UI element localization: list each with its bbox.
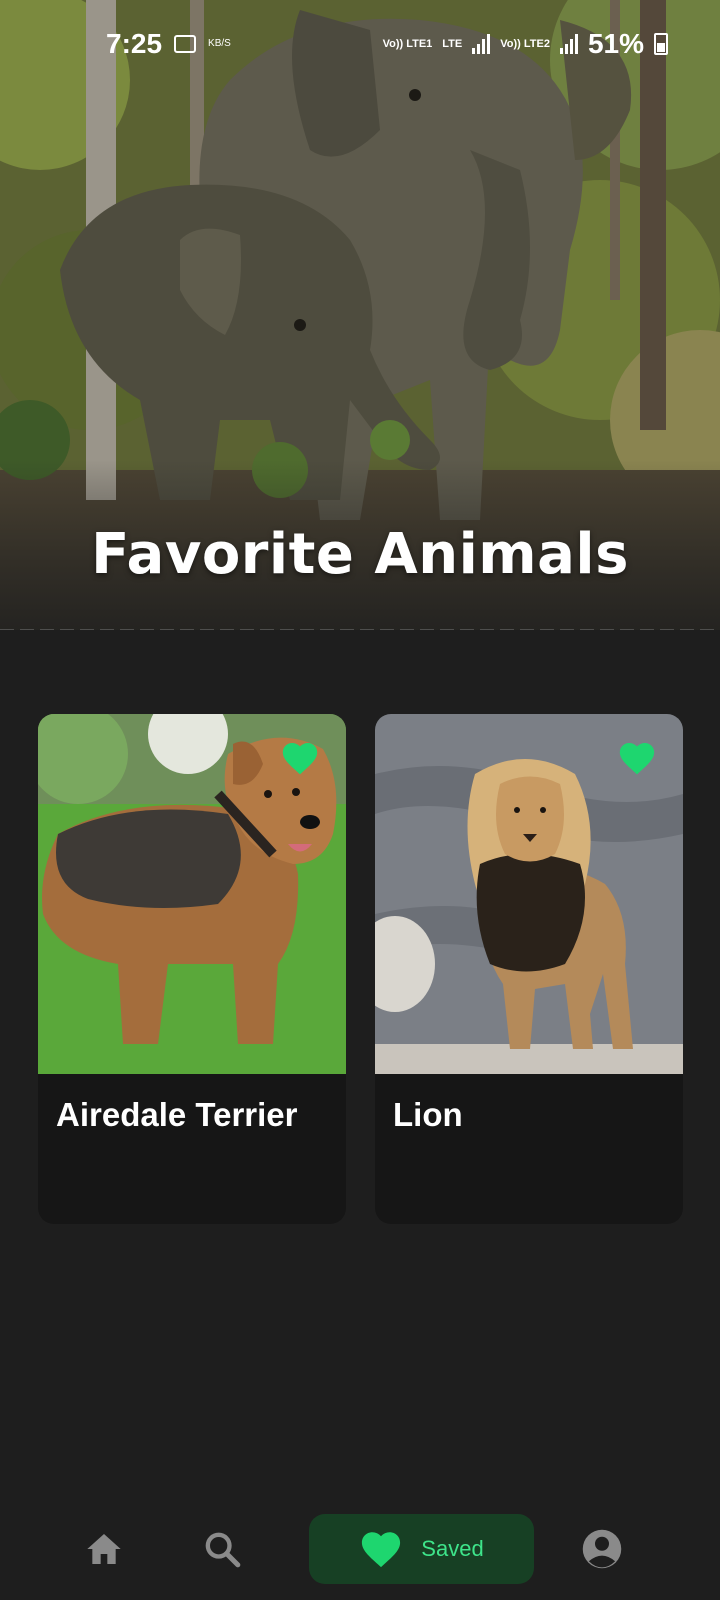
home-icon [87,1534,121,1564]
signal-icon [559,34,578,54]
nav-home-button[interactable] [78,1514,130,1584]
sim2-indicator: Vo)) LTE2 [500,37,550,50]
bottom-navigation: Saved [0,1500,720,1600]
favorite-heart-icon[interactable] [617,740,657,776]
sim1-indicator: Vo)) LTE1 [382,37,433,50]
nav-saved-button[interactable]: Saved [309,1514,534,1584]
screen: Favorite Animals 7:25 KB/S Vo)) LTE1 LTE… [0,0,720,1600]
network-speed: KB/S [208,38,231,49]
search-icon [205,1532,241,1568]
gallery-notification-icon [174,35,197,53]
nav-saved-label: Saved [421,1536,484,1561]
header-divider [0,629,720,630]
favorite-heart-icon[interactable] [280,740,320,776]
battery-percent: 51% [587,28,644,59]
card-title: Lion [393,1096,463,1133]
card-photo [375,714,683,1074]
nav-profile-button[interactable] [576,1514,628,1584]
status-time: 7:25 [106,28,163,59]
signal-icon [472,34,491,54]
card-title: Airedale Terrier [56,1096,298,1133]
animal-card[interactable]: Lion [375,714,683,1224]
page-title: Favorite Animals [91,522,629,587]
header-image: Favorite Animals [0,0,720,630]
lte-indicator: LTE [442,37,463,50]
status-bar: 7:25 KB/S Vo)) LTE1 LTE Vo)) LTE2 51% [0,0,720,88]
battery-icon [654,33,668,55]
heart-icon [362,1532,401,1568]
nav-search-button[interactable] [196,1514,248,1584]
animal-card[interactable]: Airedale Terrier [38,714,346,1224]
profile-icon [582,1529,622,1569]
card-photo [38,714,346,1074]
